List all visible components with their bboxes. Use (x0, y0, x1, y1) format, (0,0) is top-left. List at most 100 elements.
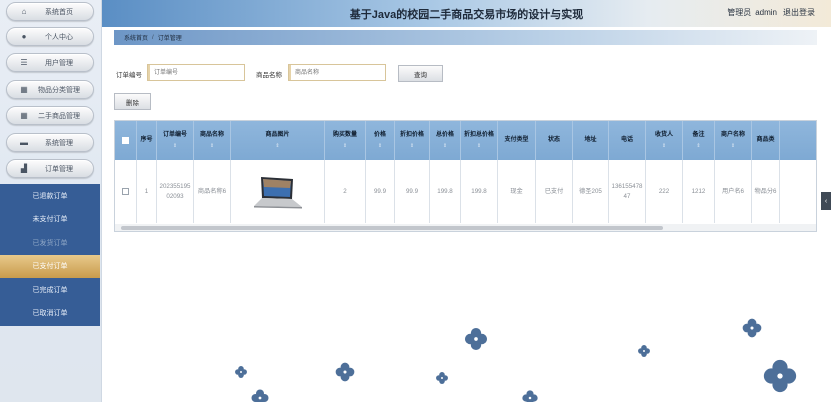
cell-text: 商品名称6 (197, 187, 227, 195)
cell-address: 德圣205 (573, 160, 609, 223)
clover-decoration (335, 362, 355, 382)
sort-icon[interactable]: ⇕ (210, 142, 214, 151)
cell-category: 物品分6 (752, 160, 780, 223)
sort-icon[interactable]: ⇕ (731, 142, 735, 151)
submenu-paid-orders[interactable]: 已支付订单 (0, 254, 100, 278)
grid-icon: ▦ (20, 85, 28, 94)
column-header: 序号 (137, 121, 157, 160)
column-header-label: 购买数量 (332, 131, 357, 138)
cell-discount-price: 99.9 (395, 160, 430, 223)
breadcrumb-separator: / (152, 34, 154, 41)
clover-decoration (464, 327, 488, 351)
delete-button[interactable]: 删除 (114, 93, 151, 110)
sidebar-item-label: 系统管理 (45, 139, 73, 147)
cell-text: 99.9 (405, 187, 419, 195)
horizontal-scrollbar[interactable] (115, 224, 816, 231)
sidebar-item-home[interactable]: ⌂ 系统首页 (6, 2, 94, 21)
cell-text: 2 (343, 187, 347, 195)
cell-text: 用户名6 (721, 187, 744, 195)
clover-decoration (436, 372, 448, 384)
sidebar-item-system[interactable]: ▬ 系统管理 (6, 133, 94, 152)
row-select-cell (115, 160, 137, 223)
sort-icon[interactable]: ⇕ (173, 142, 177, 151)
select-all-checkbox[interactable] (122, 137, 129, 144)
sort-icon[interactable]: ⇕ (275, 142, 279, 151)
submenu-cancelled-orders[interactable]: 已取消订单 (0, 302, 100, 326)
product-image-laptop (253, 176, 302, 208)
breadcrumb-home[interactable]: 系统首页 (124, 33, 148, 42)
sort-icon[interactable]: ⇕ (410, 142, 414, 151)
sidebar-item-orders[interactable]: ▟ 订单管理 (6, 159, 94, 178)
breadcrumb-current: 订单管理 (157, 36, 182, 42)
column-header[interactable]: 总价格 ⇕ (430, 121, 461, 160)
sort-icon[interactable]: ⇕ (378, 142, 382, 151)
list-icon: ☰ (20, 58, 28, 67)
top-header: 基于Java的校园二手商品交易市场的设计与实现 管理员 admin 退出登录 (102, 0, 831, 27)
cell-text: 99.9 (373, 187, 387, 195)
column-header[interactable]: 价格 ⇕ (366, 121, 395, 160)
column-header-label: 总价格 (435, 131, 454, 138)
column-header[interactable]: 商品图片 ⇕ (231, 121, 325, 160)
submenu-refunded-orders[interactable]: 已退款订单 (0, 184, 100, 208)
sort-icon[interactable]: ⇕ (477, 142, 481, 151)
cell-text: 现金 (510, 187, 523, 195)
sidebar-item-label: 订单管理 (45, 165, 73, 173)
sort-icon[interactable]: ⇕ (696, 142, 700, 151)
column-header[interactable]: 收货人 ⇕ (646, 121, 683, 160)
column-header[interactable]: 商品名称 ⇕ (194, 121, 231, 160)
table-row: 1 20235519502093 商品名称6 2 99.9 99.9 199.8 199.8 现… (115, 160, 816, 223)
cell-text: 222 (658, 187, 670, 195)
select-all-header[interactable] (115, 121, 137, 160)
sidebar-item-products[interactable]: ▦ 二手商品管理 (6, 106, 94, 125)
column-header: 电话 (609, 121, 646, 160)
query-button[interactable]: 查询 (398, 65, 443, 82)
product-image-cell (231, 160, 325, 223)
scrollbar-thumb[interactable] (121, 226, 663, 230)
cell-product-name: 商品名称6 (194, 160, 231, 223)
cell-receiver: 222 (646, 160, 683, 223)
cell-status: 已支付 (536, 160, 573, 223)
column-header-label: 订单编号 (162, 131, 187, 138)
row-checkbox[interactable] (122, 188, 129, 195)
column-header[interactable]: 购买数量 ⇕ (325, 121, 366, 160)
column-header-label: 商品类 (756, 137, 775, 143)
column-header-label: 折扣总价格 (463, 131, 494, 138)
column-header-label: 商品图片 (265, 131, 290, 138)
orders-submenu: 已退款订单 未支付订单 已发货订单 已支付订单 已完成订单 已取消订单 (0, 184, 100, 326)
product-name-label: 商品名称 (256, 72, 282, 79)
briefcase-icon: ▬ (20, 138, 28, 147)
column-header-label: 备注 (692, 131, 705, 138)
sort-icon[interactable]: ⇕ (662, 142, 666, 151)
sort-icon[interactable]: ⇕ (443, 142, 447, 151)
page-title: 基于Java的校园二手商品交易市场的设计与实现 (349, 9, 584, 21)
column-header[interactable]: 折扣总价格 ⇕ (461, 121, 498, 160)
cell-index: 1 (137, 160, 157, 223)
column-header[interactable]: 备注 ⇕ (683, 121, 715, 160)
cell-text: 1 (144, 187, 149, 195)
sidebar-item-label: 二手商品管理 (38, 112, 80, 120)
sidebar-item-category[interactable]: ▦ 物品分类管理 (6, 80, 94, 99)
cell-text: 已支付 (544, 187, 564, 195)
logout-link[interactable]: 退出登录 (783, 8, 815, 17)
sidebar-item-label: 用户管理 (45, 59, 73, 67)
submenu-completed-orders[interactable]: 已完成订单 (0, 278, 100, 302)
order-no-input[interactable] (147, 64, 245, 81)
sidebar: ⌂ 系统首页 ● 个人中心 ☰ 用户管理 ▦ 物品分类管理 ▦ 二手商品管理 ▬… (0, 0, 102, 402)
breadcrumb: 系统首页 / 订单管理 (114, 30, 817, 45)
column-header[interactable]: 商户名称 ⇕ (715, 121, 752, 160)
sort-icon[interactable]: ⇕ (343, 142, 347, 151)
clover-decoration (638, 345, 650, 357)
column-header-label: 收货人 (654, 131, 673, 138)
column-header[interactable]: 折扣价格 ⇕ (395, 121, 430, 160)
cell-text: 199.8 (437, 187, 453, 195)
submenu-unpaid-orders[interactable]: 未支付订单 (0, 208, 100, 232)
submenu-shipped-orders[interactable]: 已发货订单 (0, 231, 100, 255)
product-name-input[interactable] (288, 64, 386, 81)
column-header: 地址 (573, 121, 609, 160)
sidebar-item-personal-center[interactable]: ● 个人中心 (6, 27, 94, 46)
side-collapse-handle[interactable]: ‹ (821, 192, 831, 210)
cell-text: 德圣205 (579, 187, 602, 195)
cell-total: 199.8 (430, 160, 461, 223)
sidebar-item-users[interactable]: ☰ 用户管理 (6, 53, 94, 72)
column-header[interactable]: 订单编号 ⇕ (157, 121, 194, 160)
